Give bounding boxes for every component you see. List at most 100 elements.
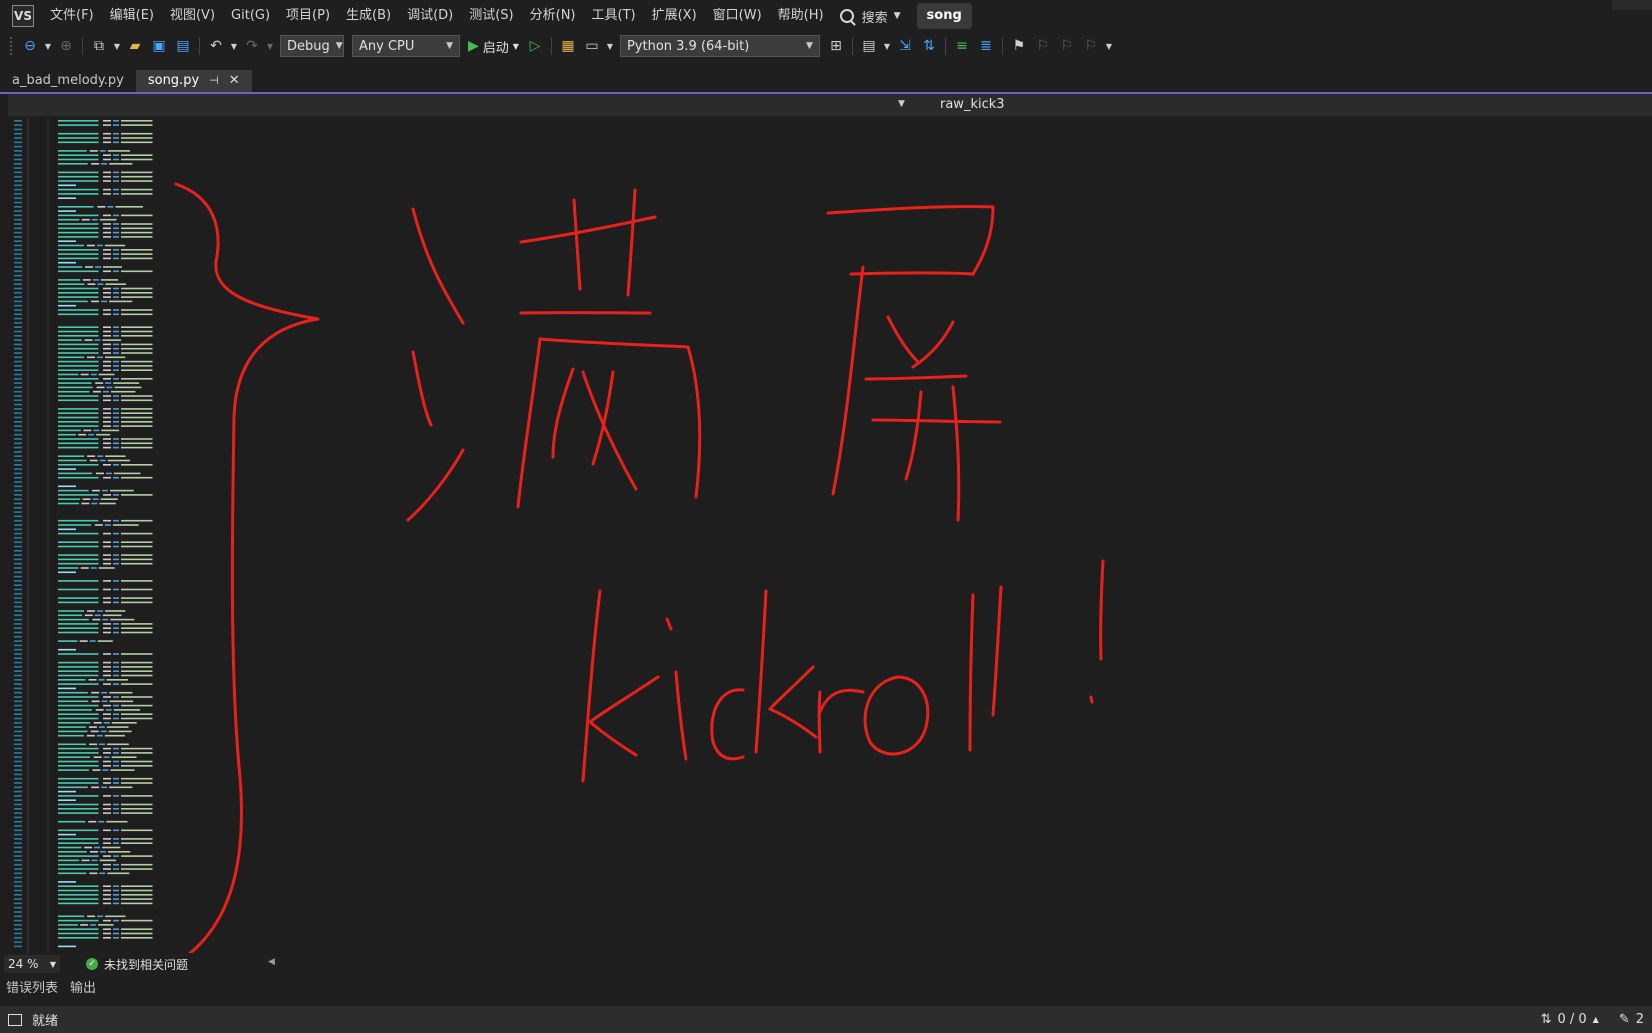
package-icon[interactable]: ⊞: [825, 35, 847, 57]
uncomment-icon[interactable]: ≣: [975, 35, 997, 57]
ink-stroke-l1: [968, 593, 975, 752]
redo-icon[interactable]: ↷: [241, 35, 263, 57]
ink-stroke-k-stem: [581, 589, 602, 783]
step-over-icon[interactable]: ⇅: [918, 35, 940, 57]
next-bookmark-icon[interactable]: ⚐: [1056, 35, 1078, 57]
python-environment-value: Python 3.9 (64-bit): [626, 38, 750, 54]
ink-stroke-man-box-top: [538, 337, 702, 499]
pencil-icon: ✎: [1618, 1012, 1630, 1027]
ink-stroke-man-water-3: [406, 448, 465, 522]
new-project-icon[interactable]: ⧉: [88, 35, 110, 57]
clear-bookmarks-icon[interactable]: ⚐: [1080, 35, 1102, 57]
window-controls[interactable]: [1612, 0, 1652, 10]
ink-stroke-man-inner-3: [591, 370, 615, 466]
tab-output[interactable]: 输出: [64, 978, 102, 1000]
edit-counter[interactable]: ✎ 2: [1619, 1012, 1644, 1027]
notification-icon[interactable]: [8, 1013, 22, 1026]
chevron-down-icon: ▼: [446, 41, 453, 51]
menu-window[interactable]: 窗口(W): [705, 0, 770, 32]
menu-edit[interactable]: 编辑(E): [102, 0, 162, 32]
zoom-select[interactable]: 24 % ▼: [4, 955, 60, 973]
ink-stroke-brace: [174, 182, 320, 953]
menu-view[interactable]: 视图(V): [162, 0, 223, 32]
tab-label: song.py: [147, 73, 200, 88]
ink-stroke-ping-top: [826, 204, 995, 276]
new-dropdown-icon[interactable]: ▼: [112, 35, 122, 57]
window-layout-icon[interactable]: ▤: [858, 35, 880, 57]
ink-stroke-man-left-vert: [572, 198, 582, 291]
scroll-left-icon[interactable]: ◀: [268, 957, 275, 967]
status-right-group: ⇅ 0 / 0 ▲ ✎ 2: [1541, 1006, 1652, 1033]
step-into-icon[interactable]: ⇲: [894, 35, 916, 57]
search-menu[interactable]: 搜索 ▼: [832, 0, 909, 32]
redo-dropdown-icon[interactable]: ▼: [265, 35, 275, 57]
code-editor[interactable]: [8, 117, 1652, 953]
browse-folder-icon[interactable]: ▦: [557, 35, 579, 57]
tab-a-bad-melody[interactable]: a_bad_melody.py: [0, 70, 136, 92]
ink-stroke-exclaim: [1099, 559, 1105, 661]
navigate-back-icon[interactable]: ⊖: [19, 35, 41, 57]
tab-error-list[interactable]: 错误列表: [0, 978, 64, 1000]
menu-debug[interactable]: 调试(D): [399, 0, 461, 32]
layout-dropdown-icon[interactable]: ▼: [605, 35, 615, 57]
navigate-forward-icon[interactable]: ⊕: [55, 35, 77, 57]
ink-stroke-man-top: [519, 215, 657, 244]
save-icon[interactable]: ▣: [148, 35, 170, 57]
menu-project[interactable]: 项目(P): [278, 0, 338, 32]
visual-studio-logo-icon[interactable]: VS: [12, 5, 34, 27]
ink-stroke-man-right-vert: [626, 188, 637, 297]
ink-stroke-ping-dot-2: [911, 320, 955, 369]
menu-file[interactable]: 文件(F): [42, 0, 102, 32]
platform-select[interactable]: Any CPU ▼: [352, 35, 460, 57]
ink-stroke-ping-dot-1: [886, 315, 920, 364]
play-icon: ▶: [468, 38, 479, 54]
navigation-bar: ▼ raw_kick3: [8, 94, 1652, 116]
ink-stroke-man-water-2: [411, 350, 433, 427]
menu-help[interactable]: 帮助(H): [770, 0, 832, 32]
menu-analyze[interactable]: 分析(N): [522, 0, 584, 32]
previous-bookmark-icon[interactable]: ⚐: [1032, 35, 1054, 57]
open-folder-icon[interactable]: ▰: [124, 35, 146, 57]
tab-label: a_bad_melody.py: [12, 73, 124, 88]
layout-icon[interactable]: ▭: [581, 35, 603, 57]
status-bar: 就绪 ⇅ 0 / 0 ▲ ✎ 2: [0, 1006, 1652, 1033]
ink-stroke-ping-left: [831, 265, 865, 496]
line-counter-value: 0 / 0: [1557, 1012, 1587, 1027]
toolbar-overflow-icon[interactable]: ▼: [1104, 35, 1114, 57]
status-text: 就绪: [32, 1014, 59, 1029]
menu-tools[interactable]: 工具(T): [584, 0, 644, 32]
undo-icon[interactable]: ↶: [205, 35, 227, 57]
bookmark-icon[interactable]: ⚑: [1008, 35, 1030, 57]
menu-git[interactable]: Git(G): [223, 0, 278, 32]
pin-icon[interactable]: ⊣: [209, 70, 219, 92]
search-label: 搜索: [861, 10, 888, 26]
save-all-icon[interactable]: ▤: [172, 35, 194, 57]
start-without-debugging-icon[interactable]: ▷: [524, 35, 546, 57]
type-dropdown-chevron-icon[interactable]: ▼: [898, 99, 905, 109]
menu-build[interactable]: 生成(B): [338, 0, 399, 32]
ink-stroke-o: [863, 675, 930, 756]
ink-stroke-c1: [710, 688, 745, 761]
ink-stroke-ping-leg-2: [951, 385, 961, 522]
close-icon[interactable]: ✕: [229, 70, 240, 92]
menu-bar: VS 文件(F) 编辑(E) 视图(V) Git(G) 项目(P) 生成(B) …: [0, 0, 1652, 32]
toolbar-separator: [1001, 37, 1003, 55]
ink-stroke-ping-leg-1: [904, 390, 923, 481]
window-layout-dropdown-icon[interactable]: ▼: [882, 35, 892, 57]
tab-song-py[interactable]: song.py ⊣ ✕: [135, 70, 252, 92]
standard-toolbar: ⊖ ▼ ⊕ ⧉ ▼ ▰ ▣ ▤ ↶ ▼ ↷ ▼ Debug ▼ Any CPU …: [0, 32, 1652, 60]
ink-stroke-i1-dot: [665, 617, 673, 631]
menu-test[interactable]: 测试(S): [461, 0, 521, 32]
python-environment-select[interactable]: Python 3.9 (64-bit) ▼: [619, 35, 820, 57]
issues-status[interactable]: 未找到相关问题: [104, 956, 188, 973]
configuration-select[interactable]: Debug ▼: [280, 35, 344, 57]
undo-dropdown-icon[interactable]: ▼: [229, 35, 239, 57]
comment-icon[interactable]: ≡: [951, 35, 973, 57]
toolbar-separator: [944, 37, 946, 55]
start-button[interactable]: ▶ 启动 ▼: [464, 37, 523, 56]
member-dropdown[interactable]: raw_kick3: [940, 97, 1005, 112]
back-dropdown-icon[interactable]: ▼: [43, 35, 53, 57]
menu-extensions[interactable]: 扩展(X): [644, 0, 705, 32]
line-counter[interactable]: ⇅ 0 / 0 ▲: [1541, 1012, 1599, 1027]
ink-stroke-k-arm: [588, 675, 660, 757]
